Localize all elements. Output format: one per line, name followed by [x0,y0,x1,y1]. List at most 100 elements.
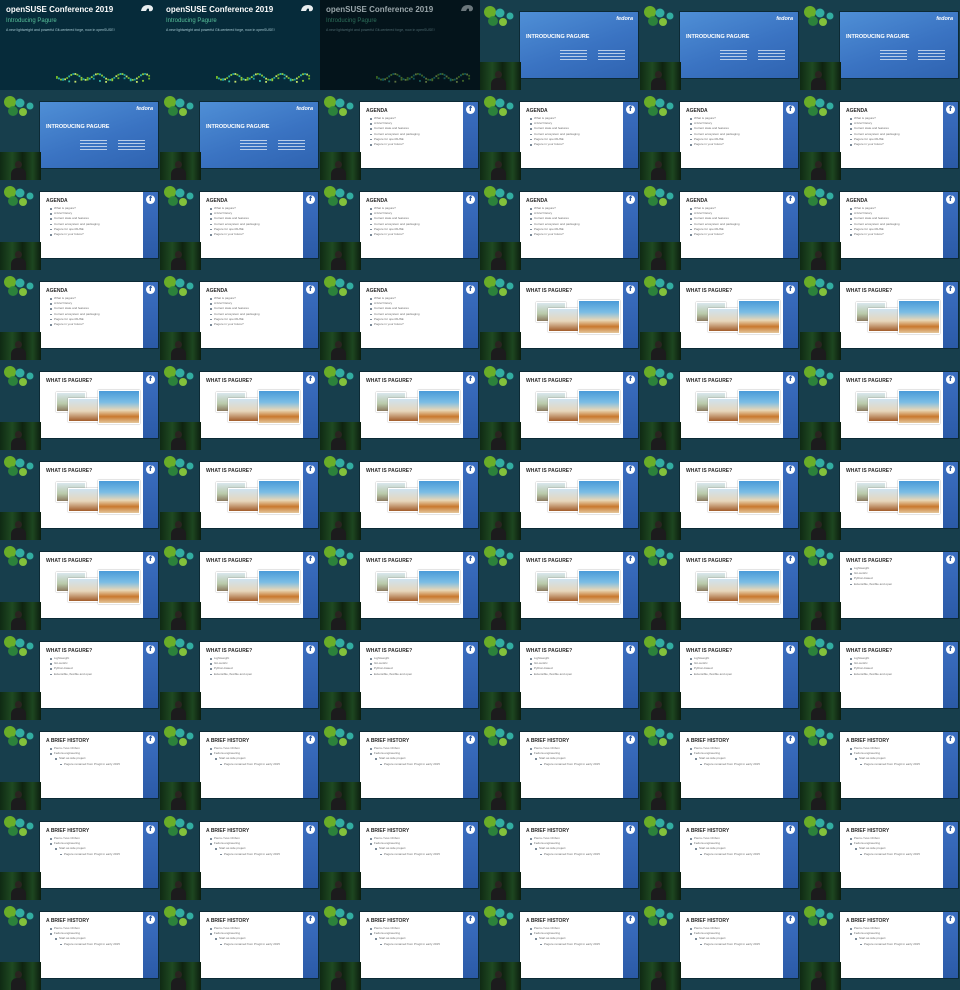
video-frame-thumbnail[interactable]: A BRIEF HISTORY Pierre-Yves Chibon Fedora … [160,900,320,990]
video-frame-thumbnail[interactable]: WHAT IS PAGURE? f [800,270,960,360]
video-frame-thumbnail[interactable]: AGENDA What is pagure? A brief history Curr… [320,270,480,360]
slide-heading: A BRIEF HISTORY [846,828,890,834]
slide-heading: A BRIEF HISTORY [366,828,410,834]
fedora-brand: fedora [936,16,953,22]
fedora-sidebar: f [943,552,958,618]
speaker-camera-inset [160,242,201,270]
video-frame-thumbnail[interactable]: A BRIEF HISTORY Pierre-Yves Chibon Fedora … [0,810,160,900]
video-frame-thumbnail[interactable]: A BRIEF HISTORY Pierre-Yves Chibon Fedora … [640,720,800,810]
fedora-logo-icon: f [466,465,475,474]
video-frame-thumbnail[interactable]: AGENDA What is pagure? A brief history Curr… [320,90,480,180]
bullet-list: What is pagure? A brief history Current st… [690,116,740,147]
video-frame-thumbnail[interactable]: A BRIEF HISTORY Pierre-Yves Chibon Fedora … [320,720,480,810]
video-frame-thumbnail[interactable]: WHAT IS PAGURE? f [480,270,640,360]
speaker-body [171,438,186,450]
video-frame-thumbnail[interactable]: A BRIEF HISTORY Pierre-Yves Chibon Fedora … [320,810,480,900]
video-frame-thumbnail[interactable]: A BRIEF HISTORY Pierre-Yves Chibon Fedora … [640,810,800,900]
bullet-item: Pagure renamed from Progit in early 2015 [850,762,920,767]
video-frame-thumbnail[interactable]: WHAT IS PAGURE? f [320,360,480,450]
video-frame-thumbnail[interactable]: AGENDA What is pagure? A brief history Curr… [800,180,960,270]
video-frame-thumbnail[interactable]: WHAT IS PAGURE? f [480,360,640,450]
video-frame-thumbnail[interactable]: AGENDA What is pagure? A brief history Curr… [320,180,480,270]
bullet-item: Pagure renamed from Progit in early 2015 [370,942,440,947]
fedora-logo-icon: f [146,285,155,294]
video-frame-thumbnail[interactable]: A BRIEF HISTORY Pierre-Yves Chibon Fedora … [480,900,640,990]
video-frame-thumbnail[interactable]: AGENDA What is pagure? A brief history Curr… [480,180,640,270]
conference-logo-icon [804,726,834,746]
fedora-logo-icon: f [466,645,475,654]
conference-logo-icon [324,186,354,206]
bullet-item: Pagure renamed from Progit in early 2015 [210,942,280,947]
video-frame-thumbnail[interactable]: WHAT IS PAGURE? f [160,360,320,450]
video-frame-thumbnail[interactable]: WHAT IS PAGURE? f [0,540,160,630]
video-frame-thumbnail[interactable]: WHAT IS PAGURE? f [480,450,640,540]
video-frame-thumbnail[interactable]: AGENDA What is pagure? A brief history Curr… [160,180,320,270]
video-frame-thumbnail[interactable]: WHAT IS PAGURE? f [640,270,800,360]
video-frame-thumbnail[interactable]: WHAT IS PAGURE? f [160,540,320,630]
video-frame-thumbnail[interactable]: fedora INTRODUCING PAGURE [160,90,320,180]
video-frame-thumbnail[interactable]: WHAT IS PAGURE? Lightweight Git-centric Pyt… [0,630,160,720]
video-frame-thumbnail[interactable]: WHAT IS PAGURE? f [480,540,640,630]
video-frame-thumbnail[interactable]: WHAT IS PAGURE? f [800,450,960,540]
video-frame-thumbnail[interactable]: fedora INTRODUCING PAGURE [0,90,160,180]
video-frame-thumbnail[interactable]: AGENDA What is pagure? A brief history Curr… [800,90,960,180]
speaker-camera-inset [480,332,521,360]
video-frame-thumbnail[interactable]: AGENDA What is pagure? A brief history Curr… [640,180,800,270]
hermit-crab-photos [692,294,782,344]
video-frame-thumbnail[interactable]: WHAT IS PAGURE? f [160,450,320,540]
video-frame-thumbnail[interactable]: WHAT IS PAGURE? f [640,540,800,630]
hermit-crab-photos [212,564,302,614]
fedora-logo-icon: f [786,555,795,564]
speaker-head [175,701,182,708]
speaker-body [11,978,26,990]
speaker-head [655,791,662,798]
fedora-sidebar: f [463,192,478,258]
video-frame-thumbnail[interactable]: A BRIEF HISTORY Pierre-Yves Chibon Fedora … [800,900,960,990]
video-frame-thumbnail[interactable]: A BRIEF HISTORY Pierre-Yves Chibon Fedora … [640,900,800,990]
video-frame-thumbnail[interactable]: WHAT IS PAGURE? f [0,450,160,540]
photo-crab-large [898,390,940,424]
conference-logo-icon [164,726,194,746]
bullet-item: Extensible, flexible and open [210,672,252,677]
video-frame-thumbnail[interactable]: WHAT IS PAGURE? f [0,360,160,450]
video-frame-thumbnail[interactable]: fedora INTRODUCING PAGURE [640,0,800,90]
video-frame-thumbnail[interactable]: WHAT IS PAGURE? f [800,360,960,450]
fedora-logo-icon: f [786,735,795,744]
speaker-block [918,48,952,68]
video-frame-thumbnail[interactable]: WHAT IS PAGURE? Lightweight Git-centric Pyt… [480,630,640,720]
video-frame-thumbnail[interactable]: A BRIEF HISTORY Pierre-Yves Chibon Fedora … [160,720,320,810]
video-frame-thumbnail[interactable]: WHAT IS PAGURE? f [320,540,480,630]
video-frame-thumbnail[interactable]: A BRIEF HISTORY Pierre-Yves Chibon Fedora … [480,810,640,900]
video-frame-thumbnail[interactable]: fedora INTRODUCING PAGURE [480,0,640,90]
video-frame-thumbnail[interactable]: openSUSE Conference 2019 Introducing Pagu… [320,0,480,90]
video-frame-thumbnail[interactable]: WHAT IS PAGURE? f [640,450,800,540]
video-frame-thumbnail[interactable]: fedora INTRODUCING PAGURE [800,0,960,90]
fedora-logo-icon: f [306,825,315,834]
speaker-body [651,708,666,720]
speaker-head [15,431,22,438]
video-frame-thumbnail[interactable]: AGENDA What is pagure? A brief history Curr… [0,270,160,360]
video-frame-thumbnail[interactable]: WHAT IS PAGURE? Lightweight Git-centric Pyt… [160,630,320,720]
video-frame-thumbnail[interactable]: A BRIEF HISTORY Pierre-Yves Chibon Fedora … [480,720,640,810]
video-frame-thumbnail[interactable]: openSUSE Conference 2019 Introducing Pagu… [160,0,320,90]
video-frame-thumbnail[interactable]: openSUSE Conference 2019 Introducing Pagu… [0,0,160,90]
video-frame-thumbnail[interactable]: AGENDA What is pagure? A brief history Curr… [160,270,320,360]
video-frame-thumbnail[interactable]: AGENDA What is pagure? A brief history Curr… [0,180,160,270]
video-frame-thumbnail[interactable]: A BRIEF HISTORY Pierre-Yves Chibon Fedora … [0,720,160,810]
fedora-sidebar: f [463,282,478,348]
video-frame-thumbnail[interactable]: A BRIEF HISTORY Pierre-Yves Chibon Fedora … [800,720,960,810]
video-frame-thumbnail[interactable]: AGENDA What is pagure? A brief history Curr… [480,90,640,180]
video-frame-thumbnail[interactable]: A BRIEF HISTORY Pierre-Yves Chibon Fedora … [800,810,960,900]
video-frame-thumbnail[interactable]: A BRIEF HISTORY Pierre-Yves Chibon Fedora … [320,900,480,990]
video-frame-thumbnail[interactable]: WHAT IS PAGURE? Lightweight Git-centric Pyt… [800,540,960,630]
video-frame-thumbnail[interactable]: WHAT IS PAGURE? Lightweight Git-centric Pyt… [800,630,960,720]
video-frame-thumbnail[interactable]: WHAT IS PAGURE? Lightweight Git-centric Pyt… [640,630,800,720]
speaker-camera-inset [0,242,41,270]
video-frame-thumbnail[interactable]: A BRIEF HISTORY Pierre-Yves Chibon Fedora … [0,900,160,990]
video-frame-thumbnail[interactable]: A BRIEF HISTORY Pierre-Yves Chibon Fedora … [160,810,320,900]
video-frame-thumbnail[interactable]: WHAT IS PAGURE? f [320,450,480,540]
video-frame-thumbnail[interactable]: AGENDA What is pagure? A brief history Curr… [640,90,800,180]
video-frame-thumbnail[interactable]: WHAT IS PAGURE? f [640,360,800,450]
speaker-camera-inset [0,692,41,720]
video-frame-thumbnail[interactable]: WHAT IS PAGURE? Lightweight Git-centric Pyt… [320,630,480,720]
